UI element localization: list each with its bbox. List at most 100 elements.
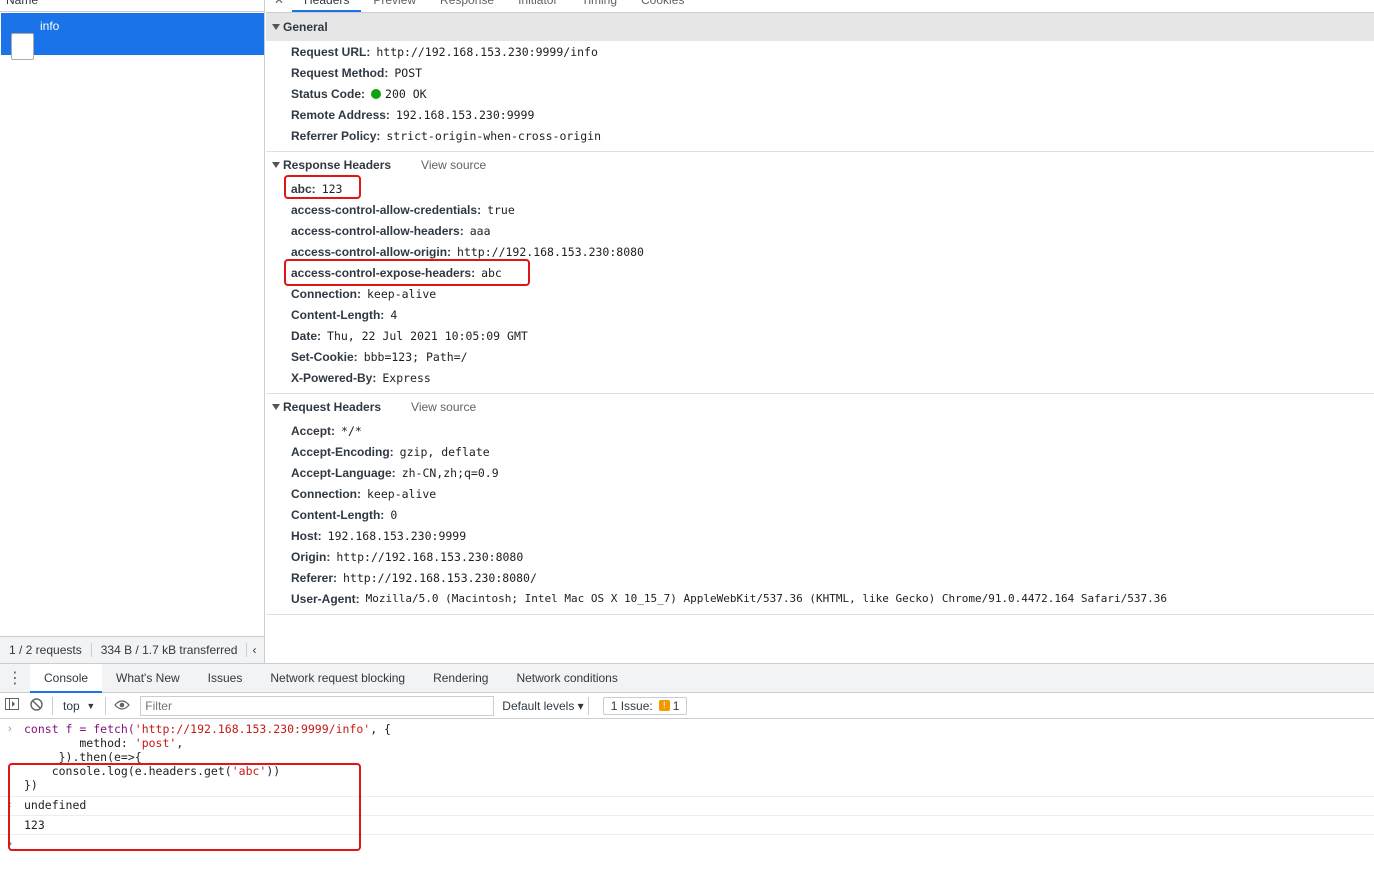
header-key: access-control-allow-headers: — [291, 223, 464, 238]
sidebar-toggle-icon[interactable] — [0, 698, 24, 713]
highlight-box-console — [8, 763, 361, 851]
warning-icon: ! — [658, 700, 670, 711]
log-levels-dropdown[interactable]: Default levels ▾ — [502, 699, 583, 713]
eye-icon[interactable] — [110, 699, 134, 713]
name-column-header[interactable]: Name — [0, 0, 264, 12]
header-value: 200 OK — [385, 86, 427, 101]
header-value: keep-alive — [367, 486, 437, 501]
header-key: Accept: — [291, 423, 336, 438]
tab-issues[interactable]: Issues — [194, 664, 257, 693]
header-value: keep-alive — [367, 286, 437, 301]
general-section-header[interactable]: General — [266, 13, 1374, 41]
close-icon[interactable]: ✕ — [266, 0, 292, 12]
tab-initiator[interactable]: Initiator — [506, 0, 569, 12]
header-row: Content-Length: 0 — [291, 504, 397, 525]
header-value: */* — [341, 423, 362, 438]
header-value: http://192.168.153.230:8080 — [336, 549, 524, 564]
header-value: 0 — [390, 507, 398, 522]
caret-down-icon: ▼ — [86, 700, 96, 711]
clear-console-icon[interactable] — [24, 697, 48, 714]
chevron-right-icon: › — [8, 723, 12, 735]
tab-whats-new[interactable]: What's New — [102, 664, 194, 693]
header-key: Origin: — [291, 549, 331, 564]
header-key: Set-Cookie: — [291, 349, 358, 364]
header-key: Accept-Encoding: — [291, 444, 394, 459]
context-label: top — [63, 698, 80, 713]
section-divider — [266, 614, 1374, 615]
details-tabbar: ✕ Headers Preview Response Initiator Tim… — [266, 0, 1374, 13]
header-value: 4 — [390, 307, 398, 322]
tab-cookies[interactable]: Cookies — [629, 0, 696, 12]
header-row: access-control-allow-headers: aaa — [291, 220, 491, 241]
console-drawer: ⋮ Console What's New Issues Network requ… — [0, 663, 1374, 880]
tab-headers[interactable]: Headers — [292, 0, 362, 12]
header-row: Connection: keep-alive — [291, 283, 436, 304]
triangle-down-icon — [272, 24, 280, 30]
header-row: Request Method: POST — [291, 62, 422, 83]
issues-count: 1 — [672, 698, 680, 713]
summary-overflow[interactable]: ‹ — [247, 643, 261, 657]
code-text: method: — [24, 736, 135, 750]
header-key: Remote Address: — [291, 107, 390, 122]
header-row: X-Powered-By: Express — [291, 367, 431, 388]
console-input-line: method: 'post', — [24, 736, 183, 750]
header-value: POST — [394, 65, 423, 80]
tab-console[interactable]: Console — [30, 663, 103, 693]
request-list-pane: Name info 1 / 2 requests 334 B / 1.7 kB … — [0, 0, 265, 663]
header-key: Referer: — [291, 570, 338, 585]
header-value: 192.168.153.230:9999 — [327, 528, 467, 543]
header-row: User-Agent: Mozilla/5.0 (Macintosh; Intel… — [291, 588, 1167, 609]
header-value: true — [487, 202, 515, 217]
header-row: Content-Length: 4 — [291, 304, 397, 325]
request-headers-section-header[interactable]: Request Headers View source — [266, 393, 1374, 421]
highlight-box-abc — [284, 175, 361, 199]
header-row: Accept-Encoding: gzip, deflate — [291, 441, 490, 462]
request-row-info[interactable]: info — [1, 13, 264, 60]
transferred-size: 334 B / 1.7 kB transferred — [92, 643, 248, 657]
status-ok-icon — [371, 88, 382, 99]
request-view-source-link[interactable]: View source — [411, 400, 476, 414]
issues-label: 1 Issue: — [610, 698, 653, 713]
header-key: Host: — [291, 528, 322, 543]
toolbar-divider — [105, 696, 107, 715]
header-value: bbb=123; Path=/ — [363, 349, 468, 364]
toolbar-divider — [52, 696, 53, 715]
response-headers-section-header[interactable]: Response Headers View source — [266, 151, 1374, 179]
header-key: Connection: — [291, 486, 361, 501]
issues-counter-button[interactable]: 1 Issue: ! 1 — [602, 696, 688, 715]
code-text: , — [176, 736, 184, 750]
console-filter-input[interactable] — [140, 695, 495, 716]
header-value: gzip, deflate — [399, 444, 490, 459]
tab-network-request-blocking[interactable]: Network request blocking — [256, 664, 419, 693]
header-key: User-Agent: — [291, 591, 360, 606]
header-row: Remote Address: 192.168.153.230:9999 — [291, 104, 534, 125]
requests-count: 1 / 2 requests — [0, 643, 92, 657]
header-value: http://192.168.153.230:9999/info — [376, 44, 598, 59]
code-text: const f = fetch( — [24, 722, 135, 736]
tab-response[interactable]: Response — [428, 0, 506, 12]
tab-preview[interactable]: Preview — [361, 0, 428, 12]
header-key: Request URL: — [291, 44, 371, 59]
context-selector[interactable]: top ▼ — [57, 699, 101, 713]
code-string: 'http://192.168.153.230:9999/info' — [134, 722, 371, 736]
header-value: Mozilla/5.0 (Macintosh; Intel Mac OS X 1… — [365, 592, 1168, 605]
more-vertical-icon[interactable]: ⋮ — [0, 668, 30, 688]
header-row: Date: Thu, 22 Jul 2021 10:05:09 GMT — [291, 325, 528, 346]
header-key: access-control-allow-origin: — [291, 244, 452, 259]
header-value: http://192.168.153.230:8080/ — [343, 570, 537, 585]
tab-rendering[interactable]: Rendering — [419, 664, 502, 693]
tab-timing[interactable]: Timing — [569, 0, 629, 12]
console-input-line: }).then(e=>{ — [24, 750, 142, 764]
header-row: access-control-allow-credentials: true — [291, 199, 515, 220]
header-value: Express — [382, 370, 431, 385]
response-view-source-link[interactable]: View source — [421, 158, 486, 172]
header-key: access-control-allow-credentials: — [291, 202, 482, 217]
request-headers-title: Request Headers — [283, 400, 382, 414]
response-headers-title: Response Headers — [283, 158, 392, 172]
header-row: Set-Cookie: bbb=123; Path=/ — [291, 346, 468, 367]
header-key: Status Code: — [291, 86, 366, 101]
tab-network-conditions[interactable]: Network conditions — [502, 664, 631, 693]
header-row: Accept: */* — [291, 420, 362, 441]
header-row: Request URL: http://192.168.153.230:9999/… — [291, 41, 598, 62]
request-name: info — [40, 19, 60, 33]
